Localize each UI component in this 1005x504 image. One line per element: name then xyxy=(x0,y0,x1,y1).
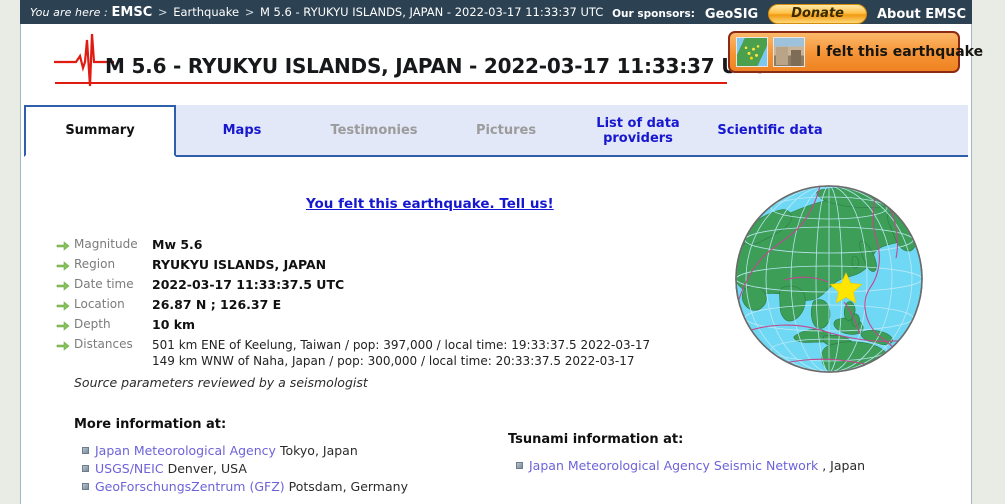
fact-row-distances: Distances 501 km ENE of Keelung, Taiwan … xyxy=(56,337,696,369)
link-geoforschungszentrum-gfz[interactable]: GeoForschungsZentrum (GFZ) xyxy=(95,478,285,495)
sponsor-geosig-link[interactable]: GeoSIG xyxy=(705,7,758,22)
title-underline xyxy=(55,82,727,84)
list-item: USGS/NEIC Denver, USA xyxy=(74,460,474,477)
link-location-jma: Tokyo, Japan xyxy=(279,443,358,458)
link-usgs-neic[interactable]: USGS/NEIC xyxy=(95,460,164,477)
fact-row-magnitude: Magnitude Mw 5.6 xyxy=(56,237,696,253)
square-bullet-icon xyxy=(82,483,89,490)
tab-testimonies-label: Testimonies xyxy=(330,123,418,138)
fact-row-depth: Depth 10 km xyxy=(56,317,696,333)
square-bullet-icon xyxy=(82,447,89,454)
tab-list-of-data-providers-label: List of data providers xyxy=(596,116,680,146)
tab-maps[interactable]: Maps xyxy=(176,105,308,157)
donate-button[interactable]: Donate xyxy=(768,4,867,24)
tab-testimonies: Testimonies xyxy=(308,105,440,157)
fact-value-depth: 10 km xyxy=(152,317,196,332)
link-location-gfz: Potsdam, Germany xyxy=(288,479,408,494)
breadcrumb-bar: You are here : EMSC > Earthquake > M 5.6… xyxy=(20,0,972,24)
arrow-bullet-icon xyxy=(56,281,70,291)
tsunami-information-section: Tsunami information at: Japan Meteorolog… xyxy=(508,432,938,475)
more-information-heading: More information at: xyxy=(74,417,227,432)
square-bullet-icon xyxy=(516,462,523,469)
link-jma-seismic-network[interactable]: Japan Meteorological Agency Seismic Netw… xyxy=(529,457,818,474)
globe-svg xyxy=(735,185,923,373)
fact-label-magnitude: Magnitude xyxy=(74,237,138,251)
fact-row-location: Location 26.87 N ; 126.37 E xyxy=(56,297,696,313)
list-item: GeoForschungsZentrum (GFZ) Potsdam, Germ… xyxy=(74,478,474,495)
list-item: Japan Meteorological Agency Seismic Netw… xyxy=(508,457,938,474)
breadcrumb-item-current: M 5.6 - RYUKYU ISLANDS, JAPAN - 2022-03-… xyxy=(259,5,604,19)
breadcrumb-item-emsc[interactable]: EMSC xyxy=(112,5,153,20)
fact-value-location: 26.87 N ; 126.37 E xyxy=(152,297,282,312)
breadcrumb: You are here : EMSC > Earthquake > M 5.6… xyxy=(30,5,603,20)
fact-value-region: RYUKYU ISLANDS, JAPAN xyxy=(152,257,327,272)
breadcrumb-separator: > xyxy=(157,5,168,19)
epicenter-globe-map xyxy=(724,184,934,380)
fact-row-region: Region RYUKYU ISLANDS, JAPAN xyxy=(56,257,696,273)
fact-value-date-time: 2022-03-17 11:33:37.5 UTC xyxy=(152,277,345,292)
breadcrumb-lead: You are here : xyxy=(30,6,108,19)
fact-label-date-time: Date time xyxy=(74,277,134,291)
about-emsc-link[interactable]: About EMSC xyxy=(877,7,966,22)
i-felt-this-earthquake-button[interactable]: I felt this earthquake xyxy=(728,31,983,73)
fact-label-region: Region xyxy=(74,257,116,271)
tab-bar: Summary Maps Testimonies Pictures List o… xyxy=(24,105,968,157)
breadcrumb-item-earthquake[interactable]: Earthquake xyxy=(173,5,239,19)
tab-summary[interactable]: Summary xyxy=(24,105,176,157)
tsunami-information-heading: Tsunami information at: xyxy=(508,432,684,447)
tab-scientific-data-label: Scientific data xyxy=(717,123,823,138)
distance-line-1: 501 km ENE of Keelung, Taiwan / pop: 397… xyxy=(152,338,651,352)
felt-map-thumbnail-icon xyxy=(736,37,768,67)
fact-label-location: Location xyxy=(74,297,125,311)
tab-scientific-data[interactable]: Scientific data xyxy=(704,105,836,157)
distance-line-2: 149 km WNW of Naha, Japan / pop: 300,000… xyxy=(152,354,635,368)
page-root: You are here : EMSC > Earthquake > M 5.6… xyxy=(0,0,1005,504)
reviewed-note: Source parameters reviewed by a seismolo… xyxy=(74,375,368,390)
tell-us-link[interactable]: You felt this earthquake. Tell us! xyxy=(306,196,554,212)
arrow-bullet-icon xyxy=(56,261,70,271)
fact-label-depth: Depth xyxy=(74,317,111,331)
link-location-usgs: Denver, USA xyxy=(167,461,247,476)
more-information-link-list: Japan Meteorological Agency Tokyo, Japan… xyxy=(74,442,474,495)
sponsors-area: Our sponsors: GeoSIG Donate About EMSC xyxy=(612,4,966,24)
felt-damage-photo-thumbnail-icon xyxy=(773,37,805,67)
tab-summary-label: Summary xyxy=(65,123,135,138)
tsunami-link-list: Japan Meteorological Agency Seismic Netw… xyxy=(508,457,938,474)
square-bullet-icon xyxy=(82,465,89,472)
earthquake-parameters-list: Magnitude Mw 5.6 Region RYUKYU ISLANDS, … xyxy=(56,237,696,373)
arrow-bullet-icon xyxy=(56,321,70,331)
fact-label-distances: Distances xyxy=(74,337,133,351)
tab-list-of-data-providers[interactable]: List of data providers xyxy=(572,105,704,157)
tab-list: Summary Maps Testimonies Pictures List o… xyxy=(24,105,968,157)
sponsors-label: Our sponsors: xyxy=(612,8,695,20)
fact-row-date-time: Date time 2022-03-17 11:33:37.5 UTC xyxy=(56,277,696,293)
fact-value-distances: 501 km ENE of Keelung, Taiwan / pop: 397… xyxy=(152,337,650,369)
link-location-jma-seismic: , Japan xyxy=(822,458,866,473)
page-title: M 5.6 - RYUKYU ISLANDS, JAPAN - 2022-03-… xyxy=(105,54,766,78)
arrow-bullet-icon xyxy=(56,341,70,351)
felt-button-label: I felt this earthquake xyxy=(816,44,984,60)
breadcrumb-separator: > xyxy=(244,5,255,19)
tab-pictures-label: Pictures xyxy=(475,123,537,138)
arrow-bullet-icon xyxy=(56,301,70,311)
tab-pictures: Pictures xyxy=(440,105,572,157)
link-japan-meteorological-agency[interactable]: Japan Meteorological Agency xyxy=(95,442,276,459)
tab-maps-label: Maps xyxy=(222,123,262,138)
more-information-section: More information at: Japan Meteorologica… xyxy=(74,417,474,496)
list-item: Japan Meteorological Agency Tokyo, Japan xyxy=(74,442,474,459)
fact-value-magnitude: Mw 5.6 xyxy=(152,237,203,252)
arrow-bullet-icon xyxy=(56,241,70,251)
title-row: M 5.6 - RYUKYU ISLANDS, JAPAN - 2022-03-… xyxy=(20,24,983,102)
main-content: You felt this earthquake. Tell us! Magni… xyxy=(21,157,971,504)
